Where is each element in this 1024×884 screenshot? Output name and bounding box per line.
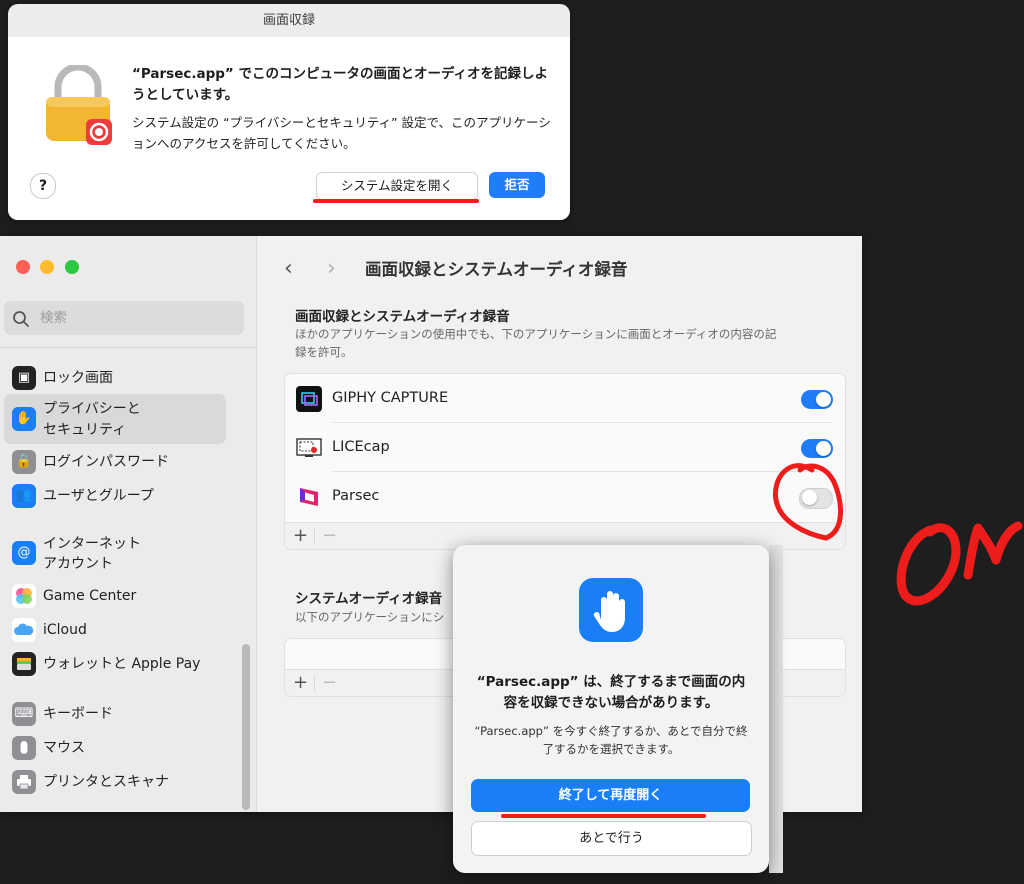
sidebar-item-label: インターネット xyxy=(43,536,141,552)
app-permission-list: GIPHY CAPTURE LICEcap Parsec + − xyxy=(284,373,846,550)
search-icon xyxy=(13,311,29,327)
sidebar-item-label: Game Center xyxy=(43,588,137,604)
app-name: LICEcap xyxy=(332,439,390,455)
app-row-parsec: Parsec xyxy=(285,472,845,521)
game-center-icon xyxy=(12,584,36,608)
zoom-window-button[interactable] xyxy=(65,260,79,274)
hand-icon xyxy=(579,578,643,642)
sidebar-item-label: プライバシーと xyxy=(43,401,141,417)
app-row-giphy: GIPHY CAPTURE xyxy=(285,374,845,423)
giphy-capture-toggle[interactable] xyxy=(801,390,833,409)
sidebar-item-label: キーボード xyxy=(43,706,113,722)
page-title: 画面収録とシステムオーディオ録音 xyxy=(365,260,628,279)
parsec-icon xyxy=(300,488,318,506)
users-icon: 👥 xyxy=(12,484,36,508)
sidebar-item-label-line2: セキュリティ xyxy=(43,422,127,438)
back-chevron-icon[interactable]: ‹ xyxy=(284,256,293,281)
sidebar: 検索 ▣ ロック画面 ✋ プライバシーと セキュリティ 🔒 ログインパスワード … xyxy=(0,236,257,812)
alert-body: “Parsec.app” でこのコンピュータの画面とオーディオを記録しようとして… xyxy=(8,37,570,220)
wallet-icon xyxy=(12,652,36,676)
sidebar-item-internet-accounts[interactable]: @ インターネット アカウント xyxy=(4,532,226,576)
add-app-button[interactable]: + xyxy=(293,670,308,696)
dialog-side-edge xyxy=(769,545,783,873)
section-title-system-audio: システムオーディオ録音 xyxy=(295,591,443,607)
sidebar-item-label: プリンタとスキャナ xyxy=(43,774,169,790)
sidebar-item-label: ロック画面 xyxy=(43,370,113,386)
search-placeholder: 検索 xyxy=(40,310,67,326)
sidebar-item-wallet[interactable]: ウォレットと Apple Pay xyxy=(4,652,226,676)
keyboard-icon: ⌨ xyxy=(12,702,36,726)
sidebar-item-login-password[interactable]: 🔒 ログインパスワード xyxy=(4,450,226,474)
sidebar-item-privacy-security[interactable]: ✋ プライバシーと セキュリティ xyxy=(4,394,226,444)
section-description: ほかのアプリケーションの使用中でも、下のアプリケーションに画面とオーディオの内容… xyxy=(295,327,777,359)
remove-app-button[interactable]: − xyxy=(322,670,337,696)
sidebar-divider xyxy=(0,347,256,348)
help-button[interactable]: ? xyxy=(30,173,56,199)
sidebar-item-label: ユーザとグループ xyxy=(43,488,154,504)
parsec-toggle[interactable] xyxy=(799,488,833,509)
sidebar-item-lock-screen[interactable]: ▣ ロック画面 xyxy=(4,366,226,390)
alert-heading: “Parsec.app” でこのコンピュータの画面とオーディオを記録しようとして… xyxy=(132,66,549,103)
dialog-title: “Parsec.app” は、終了するまで画面の内容を収録できない場合があります… xyxy=(476,674,746,711)
red-underline-annotation xyxy=(501,814,706,818)
app-row-licecap: LICEcap xyxy=(285,423,845,472)
sidebar-item-label: ログインパスワード xyxy=(43,454,169,470)
licecap-toggle[interactable] xyxy=(801,439,833,458)
forward-chevron-icon[interactable]: › xyxy=(327,256,336,281)
section-title-screen-recording: 画面収録とシステムオーディオ録音 xyxy=(295,309,510,325)
cloud-icon xyxy=(12,618,36,642)
sidebar-item-icloud[interactable]: iCloud xyxy=(4,618,226,642)
minimize-window-button[interactable] xyxy=(40,260,54,274)
screen-recording-alert: 画面収録 “Parsec.app” でこのコンピュータの画面とオーディオを記録し… xyxy=(8,4,570,220)
sidebar-item-label: マウス xyxy=(43,740,85,756)
alert-title: 画面収録 xyxy=(262,13,315,28)
handwritten-on-text xyxy=(896,521,1023,606)
sidebar-item-keyboard[interactable]: ⌨ キーボード xyxy=(4,702,226,726)
red-underline-annotation xyxy=(313,199,479,203)
sidebar-item-label: ウォレットと Apple Pay xyxy=(43,656,201,672)
lock-icon xyxy=(38,63,118,145)
search-field[interactable]: 検索 xyxy=(4,301,244,335)
licecap-icon xyxy=(296,438,322,457)
giphy-capture-icon xyxy=(296,386,322,412)
open-system-settings-button[interactable]: システム設定を開く xyxy=(316,172,478,200)
sidebar-item-printers[interactable]: プリンタとスキャナ xyxy=(4,770,226,794)
sidebar-item-label-line2: アカウント xyxy=(43,556,113,572)
remove-app-button[interactable]: − xyxy=(322,523,337,549)
sidebar-item-mouse[interactable]: マウス xyxy=(4,736,226,760)
later-button[interactable]: あとで行う xyxy=(471,821,752,856)
quit-and-reopen-button[interactable]: 終了して再度開く xyxy=(471,779,750,812)
quit-and-reopen-dialog: “Parsec.app” は、終了するまで画面の内容を収録できない場合があります… xyxy=(453,545,769,873)
app-name: Parsec xyxy=(332,488,380,504)
section2-description: 以下のアプリケーションにシ xyxy=(295,610,445,624)
app-name: GIPHY CAPTURE xyxy=(332,390,449,406)
sidebar-item-game-center[interactable]: Game Center xyxy=(4,584,226,608)
hand-icon: ✋ xyxy=(12,407,36,431)
mouse-icon xyxy=(12,736,36,760)
close-window-button[interactable] xyxy=(16,260,30,274)
sidebar-item-users-groups[interactable]: 👥 ユーザとグループ xyxy=(4,484,226,508)
printer-icon xyxy=(12,770,36,794)
alert-description: システム設定の “プライバシーとセキュリティ” 設定で、このアプリケーションへの… xyxy=(132,115,551,151)
at-icon: @ xyxy=(12,541,36,565)
dialog-description: “Parsec.app” を今すぐ終了するか、あとで自分で終了するかを選択できま… xyxy=(474,724,748,756)
lock-icon: 🔒 xyxy=(12,450,36,474)
deny-button[interactable]: 拒否 xyxy=(489,172,545,198)
add-app-button[interactable]: + xyxy=(293,523,308,549)
sidebar-scrollbar[interactable] xyxy=(242,644,250,810)
lock-screen-icon: ▣ xyxy=(12,366,36,390)
sidebar-item-label: iCloud xyxy=(43,622,87,638)
